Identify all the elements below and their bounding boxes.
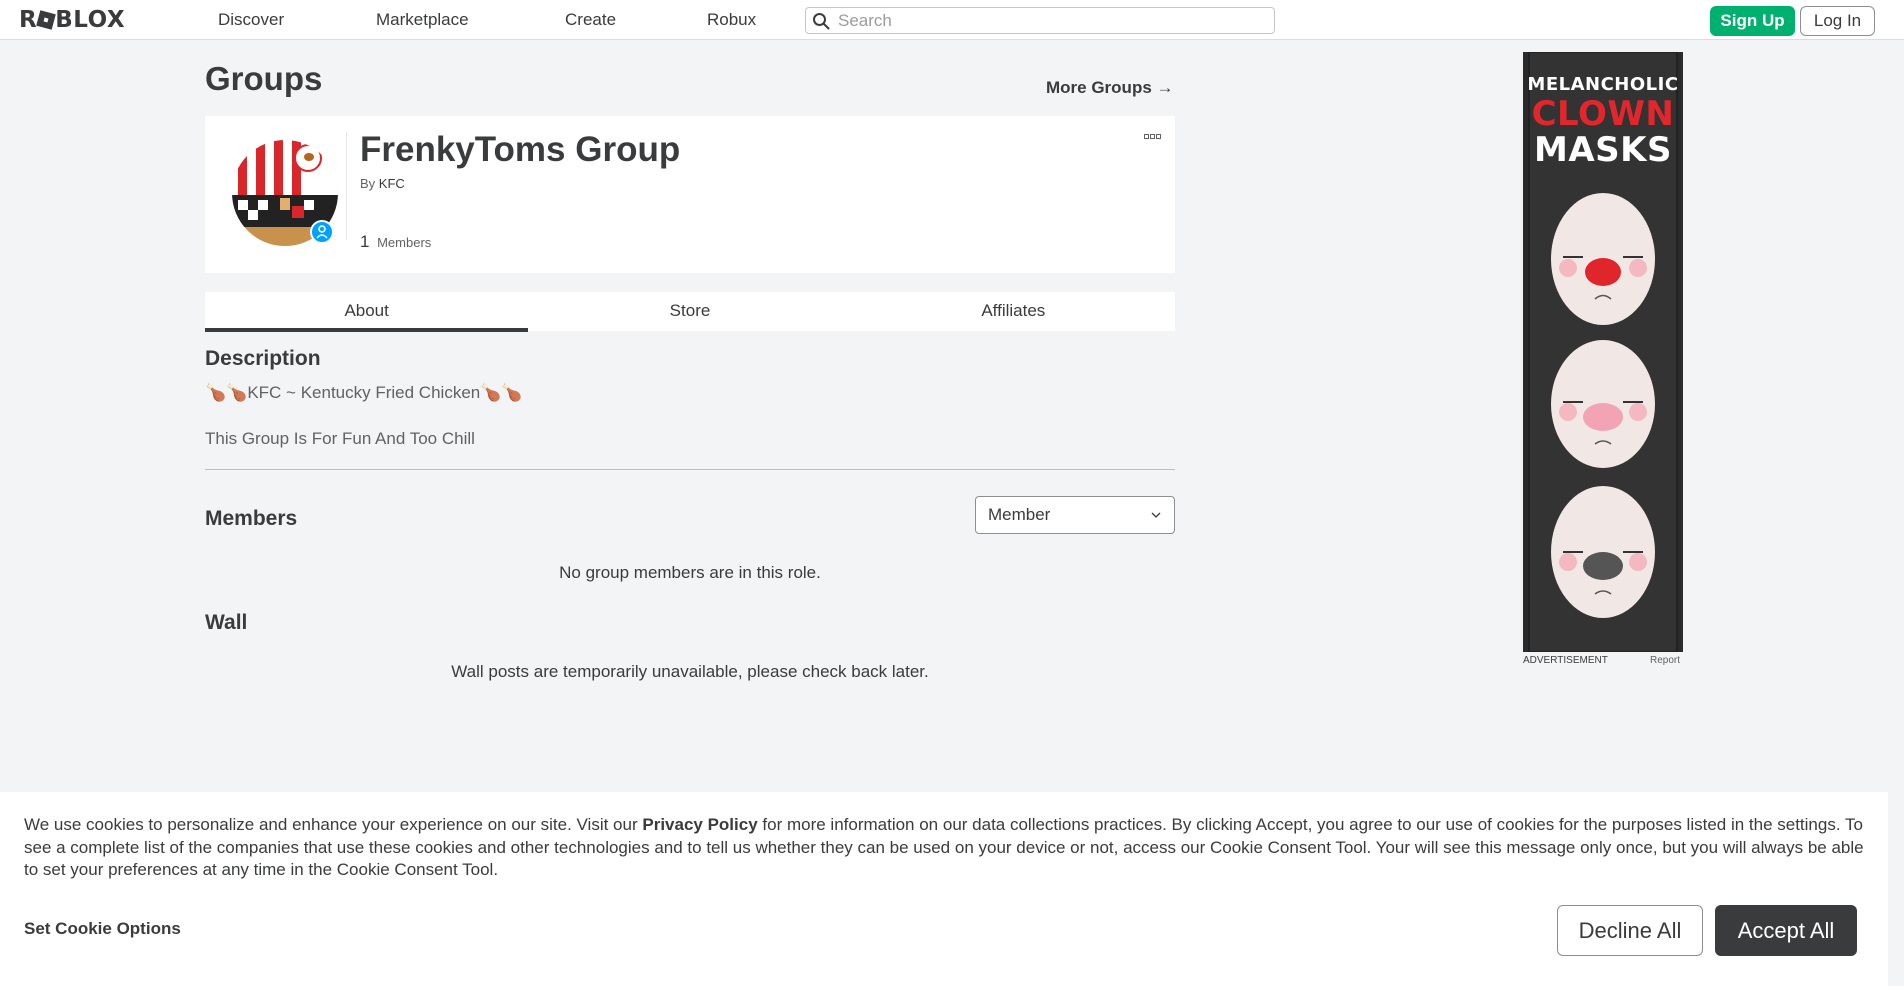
nav-create[interactable]: Create bbox=[565, 10, 616, 30]
ad-headline-1: MELANCHOLIC bbox=[1527, 74, 1679, 95]
log-in-button[interactable]: Log In bbox=[1800, 6, 1875, 36]
role-dropdown[interactable]: Member bbox=[975, 496, 1175, 534]
group-tabs: About Store Affiliates bbox=[205, 292, 1175, 332]
cookie-message: We use cookies to personalize and enhanc… bbox=[24, 814, 1874, 882]
group-owner-link[interactable]: KFC bbox=[379, 176, 405, 191]
ad-report-link[interactable]: Report bbox=[1650, 655, 1680, 666]
search-box[interactable] bbox=[805, 7, 1275, 34]
advertisement-banner[interactable]: MELANCHOLIC CLOWN MASKS bbox=[1523, 52, 1683, 652]
group-name: FrenkyToms Group bbox=[360, 130, 681, 169]
privacy-policy-link[interactable]: Privacy Policy bbox=[642, 815, 757, 834]
cookie-banner: We use cookies to personalize and enhanc… bbox=[0, 792, 1888, 986]
cookie-text-before: We use cookies to personalize and enhanc… bbox=[24, 815, 643, 834]
group-badge-icon bbox=[310, 220, 334, 244]
search-input[interactable] bbox=[838, 10, 1268, 31]
ad-headline-2: CLOWN bbox=[1531, 94, 1675, 134]
tab-store[interactable]: Store bbox=[528, 292, 851, 331]
tab-affiliates[interactable]: Affiliates bbox=[852, 292, 1175, 331]
nav-marketplace[interactable]: Marketplace bbox=[376, 10, 469, 30]
wall-unavailable-message: Wall posts are temporarily unavailable, … bbox=[451, 662, 929, 681]
more-groups-link[interactable]: More Groups → bbox=[1046, 78, 1174, 98]
page-title: Groups bbox=[205, 60, 323, 97]
more-options-icon[interactable] bbox=[1144, 132, 1162, 142]
role-selected-value: Member bbox=[988, 505, 1051, 524]
search-icon bbox=[813, 13, 830, 30]
card-divider bbox=[346, 132, 347, 240]
member-count-label: Members bbox=[377, 235, 432, 250]
nav-robux[interactable]: Robux bbox=[707, 10, 756, 30]
roblox-logo[interactable]: R BLOX bbox=[19, 7, 125, 33]
chevron-down-icon bbox=[1151, 512, 1161, 518]
ad-headline-3: MASKS bbox=[1534, 130, 1672, 170]
section-divider bbox=[205, 469, 1175, 470]
decline-all-button[interactable]: Decline All bbox=[1557, 905, 1703, 956]
group-owner-line: By KFC bbox=[360, 176, 405, 191]
tab-about[interactable]: About bbox=[205, 292, 529, 332]
by-label: By bbox=[360, 176, 376, 191]
description-line-2: This Group Is For Fun And Too Chill bbox=[205, 429, 475, 448]
accept-all-button[interactable]: Accept All bbox=[1715, 905, 1857, 956]
members-empty-message: No group members are in this role. bbox=[559, 563, 821, 582]
sign-up-button[interactable]: Sign Up bbox=[1710, 6, 1795, 36]
wall-heading: Wall bbox=[205, 611, 248, 634]
nav-discover[interactable]: Discover bbox=[218, 10, 284, 30]
description-line-1: 🍗🍗KFC ~ Kentucky Fried Chicken🍗🍗 bbox=[205, 383, 523, 402]
group-member-count: 1 Members bbox=[360, 232, 431, 252]
advertisement-label: ADVERTISEMENT bbox=[1523, 655, 1608, 666]
members-heading: Members bbox=[205, 507, 298, 530]
description-heading: Description bbox=[205, 347, 321, 370]
group-header-card: FrenkyToms Group By KFC 1 Members bbox=[205, 116, 1175, 273]
set-cookie-options-link[interactable]: Set Cookie Options bbox=[24, 919, 181, 939]
member-count-value: 1 bbox=[360, 232, 370, 251]
top-nav: R BLOX Discover Marketplace Create Robux … bbox=[0, 0, 1904, 40]
